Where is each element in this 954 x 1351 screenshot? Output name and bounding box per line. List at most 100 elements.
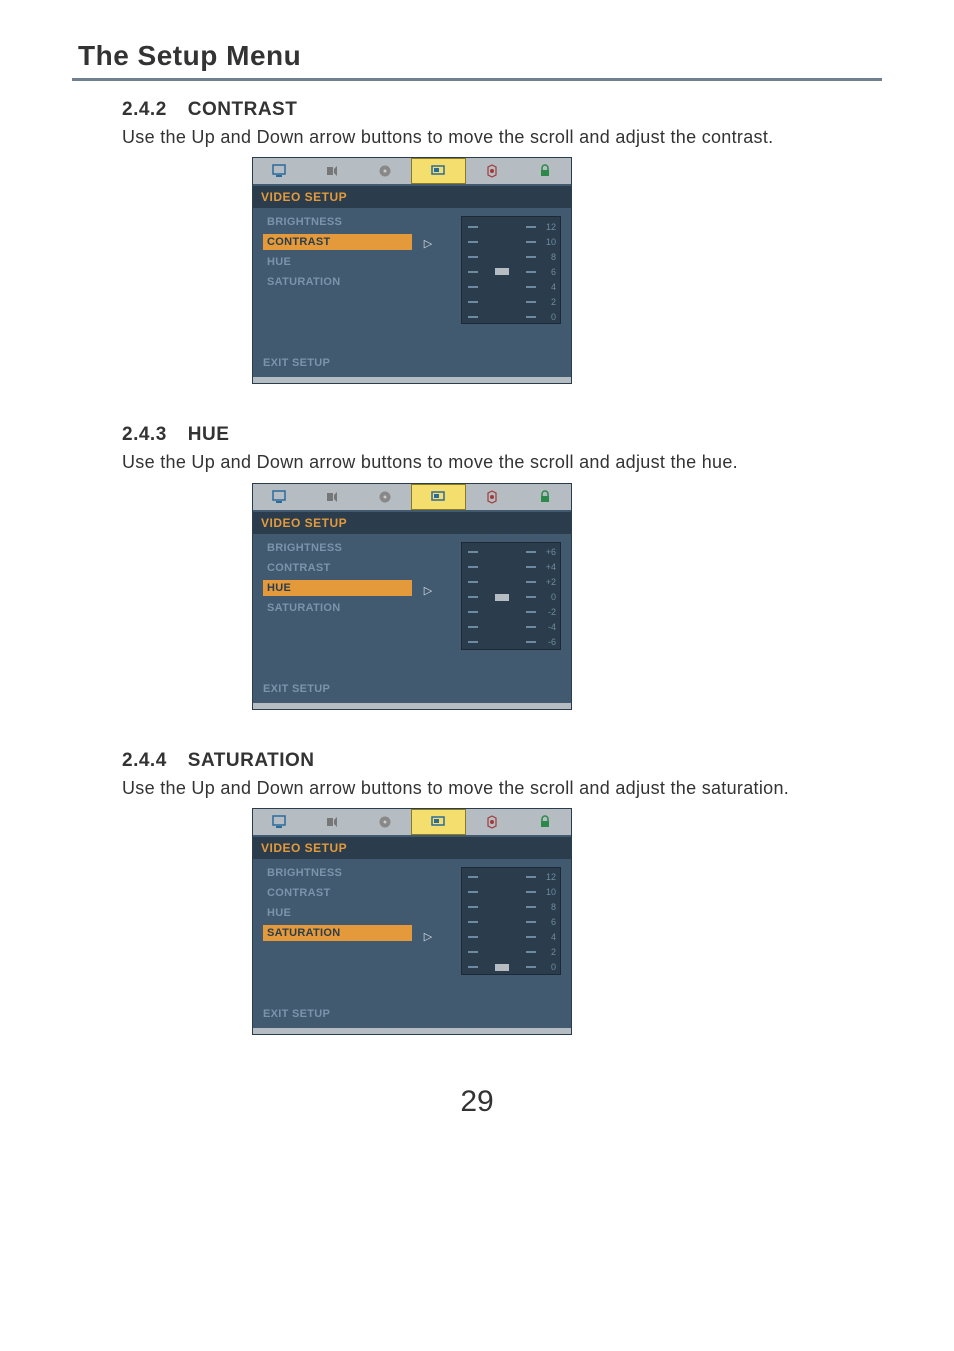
scale-label: -4 (538, 622, 556, 632)
slider-column: +6 +4 +2 0 -2 -4 -6 (438, 534, 571, 674)
screen-icon (430, 490, 446, 504)
exit-setup[interactable]: EXIT SETUP (263, 1008, 330, 1020)
osd-saturation: VIDEO SETUP BRIGHTNESS CONTRAST HUE SATU… (252, 808, 572, 1035)
monitor-icon (271, 490, 287, 504)
menu-column: BRIGHTNESS CONTRAST HUE SATURATION (253, 534, 418, 674)
section-num: 2.4.3 (122, 424, 182, 446)
scale-label: 6 (538, 267, 556, 277)
tab-4-active[interactable] (411, 484, 466, 510)
tab-1[interactable] (253, 158, 306, 184)
audio-icon (324, 164, 340, 178)
heading-saturation: 2.4.4 SATURATION (122, 750, 882, 772)
osd-hue: VIDEO SETUP BRIGHTNESS CONTRAST HUE SATU… (252, 483, 572, 710)
menu-hue-active[interactable]: HUE (263, 580, 412, 596)
section-num: 2.4.2 (122, 99, 182, 121)
tab-3[interactable] (358, 484, 411, 510)
tab-bar (253, 809, 571, 837)
scale-label: +6 (538, 547, 556, 557)
tab-bar (253, 158, 571, 186)
arrow-column: ▷ (418, 208, 438, 348)
tab-2[interactable] (306, 158, 359, 184)
tab-5[interactable] (466, 484, 519, 510)
menu-brightness[interactable]: BRIGHTNESS (263, 214, 412, 230)
tab-4-active[interactable] (411, 158, 466, 184)
scale-label: 2 (538, 297, 556, 307)
tab-3[interactable] (358, 158, 411, 184)
scale-label: -2 (538, 607, 556, 617)
page-title: The Setup Menu (72, 40, 882, 81)
menu-column: BRIGHTNESS CONTRAST HUE SATURATION (253, 859, 418, 999)
menu-contrast[interactable]: CONTRAST (263, 560, 412, 576)
tab-1[interactable] (253, 809, 306, 835)
tab-4-active[interactable] (411, 809, 466, 835)
monitor-icon (271, 164, 287, 178)
scale-label: -6 (538, 637, 556, 647)
menu-hue[interactable]: HUE (263, 254, 412, 270)
menu-brightness[interactable]: BRIGHTNESS (263, 865, 412, 881)
section-contrast: 2.4.2 CONTRAST Use the Up and Down arrow… (72, 99, 882, 384)
scale-label: 4 (538, 282, 556, 292)
tab-5[interactable] (466, 158, 519, 184)
menu-contrast[interactable]: CONTRAST (263, 885, 412, 901)
tab-5[interactable] (466, 809, 519, 835)
exit-setup[interactable]: EXIT SETUP (263, 357, 330, 369)
lock-icon (537, 164, 553, 178)
heading-contrast: 2.4.2 CONTRAST (122, 99, 882, 121)
arrow-indicator-icon: ▷ (424, 930, 432, 943)
scale-label: 8 (538, 252, 556, 262)
screen-icon (430, 164, 446, 178)
tab-2[interactable] (306, 809, 359, 835)
audio-icon (324, 815, 340, 829)
speaker-icon (484, 490, 500, 504)
slider-knob[interactable] (494, 963, 510, 972)
section-heading: HUE (188, 424, 230, 445)
arrow-indicator-icon: ▷ (424, 584, 432, 597)
menu-saturation[interactable]: SATURATION (263, 274, 412, 290)
slider-column: 12 10 8 6 4 2 0 (438, 208, 571, 348)
section-num: 2.4.4 (122, 750, 182, 772)
speaker-icon (484, 164, 500, 178)
tab-3[interactable] (358, 809, 411, 835)
body-saturation: Use the Up and Down arrow buttons to mov… (122, 776, 882, 800)
lock-icon (537, 815, 553, 829)
page-number: 29 (72, 1085, 882, 1119)
monitor-icon (271, 815, 287, 829)
menu-hue[interactable]: HUE (263, 905, 412, 921)
osd-title: VIDEO SETUP (253, 837, 571, 859)
scale-label: 10 (538, 887, 556, 897)
tab-6[interactable] (518, 484, 571, 510)
tab-6[interactable] (518, 158, 571, 184)
disc-icon (377, 815, 393, 829)
slider-box[interactable]: 12 10 8 6 4 2 0 (461, 867, 561, 975)
menu-saturation-active[interactable]: SATURATION (263, 925, 412, 941)
osd-title: VIDEO SETUP (253, 186, 571, 208)
tab-1[interactable] (253, 484, 306, 510)
screen-icon (430, 815, 446, 829)
disc-icon (377, 490, 393, 504)
speaker-icon (484, 815, 500, 829)
slider-box[interactable]: 12 10 8 6 4 2 0 (461, 216, 561, 324)
menu-contrast-active[interactable]: CONTRAST (263, 234, 412, 250)
scale-label: 8 (538, 902, 556, 912)
slider-knob[interactable] (494, 267, 510, 276)
scale-label: 4 (538, 932, 556, 942)
arrow-column: ▷ (418, 859, 438, 999)
slider-knob[interactable] (494, 593, 510, 602)
scale-label: 2 (538, 947, 556, 957)
scale-label: 6 (538, 917, 556, 927)
scale-label: 12 (538, 872, 556, 882)
slider-box[interactable]: +6 +4 +2 0 -2 -4 -6 (461, 542, 561, 650)
scale-label: +2 (538, 577, 556, 587)
osd-contrast: VIDEO SETUP BRIGHTNESS CONTRAST HUE SATU… (252, 157, 572, 384)
menu-brightness[interactable]: BRIGHTNESS (263, 540, 412, 556)
tab-6[interactable] (518, 809, 571, 835)
lock-icon (537, 490, 553, 504)
tab-2[interactable] (306, 484, 359, 510)
scale-label: 10 (538, 237, 556, 247)
scale-label: +4 (538, 562, 556, 572)
menu-saturation[interactable]: SATURATION (263, 600, 412, 616)
section-saturation: 2.4.4 SATURATION Use the Up and Down arr… (72, 750, 882, 1035)
section-heading: SATURATION (188, 750, 315, 771)
arrow-column: ▷ (418, 534, 438, 674)
exit-setup[interactable]: EXIT SETUP (263, 683, 330, 695)
